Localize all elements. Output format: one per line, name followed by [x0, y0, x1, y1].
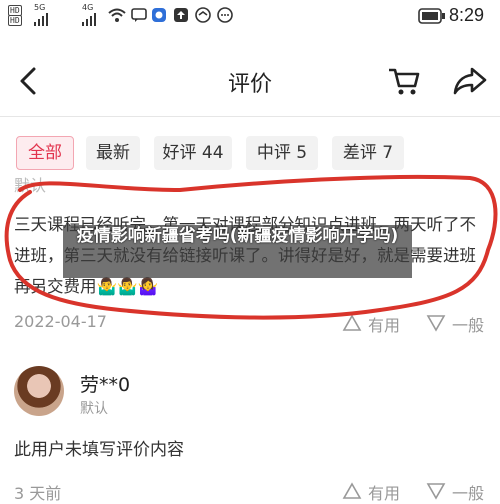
hd-badge-2: HD — [8, 15, 22, 26]
helpful-label: 有用 — [368, 316, 401, 335]
page-title: 评价 — [227, 72, 272, 97]
tab-negative[interactable]: 差评 7 — [332, 136, 404, 170]
normal-label-2: 一般 — [452, 484, 485, 503]
review-text-2: 此用户未填写评价内容 — [14, 440, 184, 460]
status-bar: HD HD 5G 4G 8:29 — [0, 0, 500, 32]
tab-all[interactable]: 全部 — [16, 136, 74, 170]
normal-button[interactable]: 一般 — [426, 312, 496, 336]
app-notification-icon — [152, 8, 166, 22]
normal-triangle-icon — [426, 315, 446, 332]
reviewer-name: 劳**0 — [80, 374, 131, 396]
share-icon[interactable] — [452, 65, 488, 97]
reviewer-default-label: 默认 — [80, 401, 108, 417]
previous-review-label: 默认 — [14, 176, 47, 195]
battery-icon — [418, 8, 445, 24]
cart-icon[interactable] — [386, 65, 422, 97]
helpful-triangle-icon-2 — [342, 482, 362, 499]
tab-latest[interactable]: 最新 — [86, 136, 140, 170]
tab-neutral[interactable]: 中评 5 — [246, 136, 318, 170]
overlay-title: 疫情影响新疆省考吗(新疆疫情影响开学吗) — [76, 226, 399, 246]
normal-triangle-icon-2 — [426, 483, 446, 500]
helpful-label-2: 有用 — [368, 484, 401, 503]
upload-icon — [174, 8, 188, 22]
helpful-button-2[interactable]: 有用 — [342, 480, 412, 504]
normal-button-2[interactable]: 一般 — [426, 480, 496, 504]
signal-icon — [34, 13, 48, 26]
avatar[interactable] — [14, 366, 64, 416]
review-date: 2022-04-17 — [14, 312, 107, 331]
wifi-icon — [108, 8, 126, 22]
review-date-2: 3 天前 — [14, 484, 62, 503]
clock: 8:29 — [448, 5, 484, 25]
helpful-button[interactable]: 有用 — [342, 312, 412, 336]
tab-positive[interactable]: 好评 44 — [154, 136, 232, 170]
helpful-triangle-icon — [342, 314, 362, 331]
header-divider — [0, 116, 500, 117]
chat-icon — [217, 7, 233, 23]
normal-label: 一般 — [452, 316, 485, 335]
message-icon — [131, 8, 147, 22]
sync-icon — [195, 7, 211, 23]
signal-icon-2 — [82, 13, 96, 26]
